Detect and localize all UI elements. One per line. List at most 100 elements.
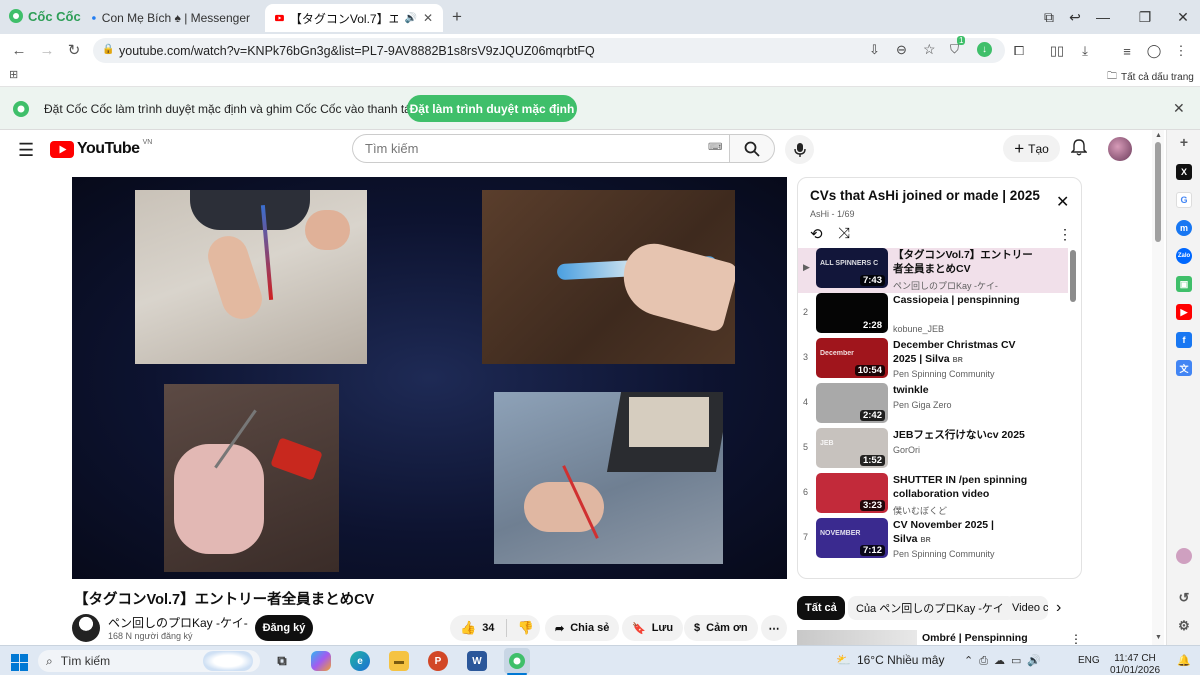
maximize-button[interactable]: ❐ (1130, 6, 1160, 28)
chip-related[interactable]: Video c (1004, 596, 1048, 620)
chip-from-channel[interactable]: Của ペン回しのプロKay -ケイ- (848, 596, 1016, 620)
install-app-icon[interactable]: ⇩ (869, 42, 880, 58)
scrollbar-thumb[interactable] (1155, 142, 1161, 242)
input-language[interactable]: ENG (1078, 655, 1100, 666)
playlist-thumbnail[interactable]: JEB 1:52 (816, 428, 888, 468)
playlist-item[interactable]: 2 2:28 Cassiopeia | penspinning kobune_JEB (798, 293, 1068, 338)
share-button[interactable]: ➦ Chia sẻ (545, 615, 620, 641)
next-video-more-icon[interactable]: ⋮ (1070, 632, 1082, 645)
zoom-icon[interactable]: ⊖ (896, 42, 907, 58)
audio-playing-icon[interactable]: 🔊 (404, 13, 416, 24)
create-button[interactable]: + Tạo (1003, 135, 1060, 162)
video-player[interactable] (72, 177, 787, 579)
save-button[interactable]: 🔖 Lưu (622, 615, 684, 641)
apps-grid-icon[interactable]: ⊞ (9, 68, 18, 81)
word-icon[interactable]: W (467, 651, 487, 671)
downloads-icon[interactable]: ⤓ (1076, 42, 1094, 60)
playlist-item[interactable]: 7 NOVEMBER 7:12 CV November 2025 | Silva BR P… (798, 518, 1068, 563)
windows-start-icon[interactable] (9, 652, 29, 672)
task-view-icon[interactable]: ⧉ (272, 651, 292, 671)
avatar[interactable] (1108, 137, 1132, 161)
playlist-more-icon[interactable]: ⋮ (1058, 226, 1072, 243)
page-scrollbar[interactable]: ▲ ▼ (1152, 130, 1164, 645)
youtube-icon[interactable]: ▶ (1176, 304, 1192, 320)
voice-search-button[interactable] (785, 135, 814, 164)
back-button[interactable]: ← (8, 40, 30, 60)
x-twitter-icon[interactable]: X (1176, 164, 1192, 180)
close-playlist-icon[interactable]: ✕ (1056, 192, 1069, 212)
set-default-button[interactable]: Đặt làm trình duyệt mặc định (407, 95, 577, 122)
playlist-item-title[interactable]: December Christmas CV 2025 | Silva BR (893, 338, 1033, 368)
playlist-item[interactable]: 6 3:23 SHUTTER IN /pen spinning collaborat… (798, 473, 1068, 518)
loop-icon[interactable]: ⟲ (810, 225, 823, 243)
minimize-button[interactable]: — (1088, 6, 1118, 28)
playlist-thumbnail[interactable]: December 10:54 (816, 338, 888, 378)
search-button[interactable] (729, 134, 775, 163)
facebook-icon[interactable]: f (1176, 332, 1192, 348)
close-window-button[interactable]: ✕ (1168, 6, 1198, 28)
channel-name[interactable]: ペン回しのプロKay -ケイ- (108, 614, 248, 631)
chips-next-arrow-icon[interactable]: › (1056, 599, 1061, 617)
playlist-title[interactable]: CVs that AsHi joined or made | 2025 (810, 188, 1050, 203)
playlist-scrollbar[interactable] (1070, 250, 1076, 302)
like-button[interactable]: 👍 34 👎 (450, 615, 540, 641)
notification-center-icon[interactable]: 🔔 (1177, 654, 1191, 667)
playlist-thumbnail[interactable]: 2:42 (816, 383, 888, 423)
playlist-thumbnail[interactable]: 3:23 (816, 473, 888, 513)
zalo-icon[interactable]: Zalo (1176, 248, 1192, 264)
keyboard-icon[interactable]: ⌨ (708, 142, 722, 153)
coccoc-taskbar-icon[interactable] (504, 648, 530, 674)
taskbar-search[interactable]: ⌕ Tìm kiếm (38, 650, 260, 672)
back-arrow-icon[interactable]: ↩ (1060, 6, 1090, 28)
translate-icon[interactable]: 文 (1176, 360, 1192, 376)
playlist-thumbnail[interactable]: ALL SPINNERS C 7:43 (816, 248, 888, 288)
url-text[interactable]: youtube.com/watch?v=KNPk76bGn3g&list=PL7… (119, 44, 595, 58)
playlist-item-title[interactable]: 【タグコンVol.7】エントリー者全員まとめCV (893, 248, 1033, 276)
playlist-thumbnail[interactable]: NOVEMBER 7:12 (816, 518, 888, 558)
add-sidebar-app-icon[interactable]: + (1176, 134, 1192, 150)
coccoc-logo[interactable]: Cốc Cốc (8, 8, 81, 24)
playlist-item-title[interactable]: Cassiopeia | penspinning (893, 293, 1033, 307)
forward-button[interactable]: → (36, 40, 58, 60)
file-explorer-icon[interactable]: ▬ (389, 651, 409, 671)
youtube-logo[interactable]: YouTube VN (50, 139, 152, 158)
playlist-item[interactable]: ▶ ALL SPINNERS C 7:43 【タグコンVol.7】エントリー者全員まと… (798, 248, 1068, 293)
subscribe-button[interactable]: Đăng ký (255, 615, 313, 641)
channel-avatar[interactable] (72, 614, 100, 642)
playlist-item[interactable]: 4 2:42 twinkle Pen Giga Zero (798, 383, 1068, 428)
bookmark-star-icon[interactable]: ☆ (923, 41, 936, 58)
scroll-up-arrow-icon[interactable]: ▲ (1155, 132, 1162, 139)
dislike-icon[interactable]: 👎 (517, 620, 533, 636)
edge-icon[interactable]: e (350, 651, 370, 671)
playlist-thumbnail[interactable]: 2:28 (816, 293, 888, 333)
clock[interactable]: 11:47 CH 01/01/2026 (1110, 653, 1160, 677)
playlist-item-title[interactable]: JEBフェス行けないcv 2025 (893, 428, 1033, 442)
powerpoint-icon[interactable]: P (428, 651, 448, 671)
notifications-bell-icon[interactable] (1070, 139, 1088, 160)
reload-button[interactable]: ↻ (63, 40, 85, 60)
all-bookmarks-folder[interactable]: 🗀 Tất cả dấu trang (1107, 69, 1194, 86)
profile-icon[interactable]: ◯ (1145, 42, 1163, 60)
next-video-thumbnail[interactable] (797, 630, 917, 645)
close-tab-icon[interactable]: ✕ (423, 11, 433, 25)
url-bar[interactable]: 🔒 youtube.com/watch?v=KNPk76bGn3g&list=P… (93, 36, 1005, 63)
scroll-down-arrow-icon[interactable]: ▼ (1155, 634, 1162, 641)
next-video-title[interactable]: Ombré | Penspinning (922, 632, 1028, 644)
menu-icon[interactable]: ⋮ (1172, 42, 1190, 60)
split-view-icon[interactable]: ▯▯ (1048, 42, 1066, 60)
playlist-item[interactable]: 3 December 10:54 December Christmas CV 2025… (798, 338, 1068, 383)
playlist-item[interactable]: 5 JEB 1:52 JEBフェス行けないcv 2025 GorOri (798, 428, 1068, 473)
menu-hamburger-icon[interactable]: ☰ (18, 140, 34, 161)
google-icon[interactable]: G (1176, 192, 1192, 208)
history-icon[interactable]: ↺ (1176, 590, 1192, 606)
new-tab-button[interactable]: + (452, 7, 462, 27)
tab-youtube[interactable]: 【タグコンVol.7】エントリー者 🔊 ✕ (265, 4, 443, 32)
site-info-icon[interactable]: 🔒 (102, 44, 114, 55)
thanks-button[interactable]: $ Cảm ơn (684, 615, 758, 641)
game-icon[interactable]: ▣ (1176, 276, 1192, 292)
more-actions-button[interactable]: ⋯ (761, 615, 787, 641)
playlist-item-title[interactable]: twinkle (893, 383, 1033, 397)
search-input[interactable]: Tìm kiếm ⌨ (352, 134, 730, 163)
media-control-icon[interactable]: ≡ (1118, 42, 1136, 60)
chip-all[interactable]: Tất cả (797, 596, 845, 620)
